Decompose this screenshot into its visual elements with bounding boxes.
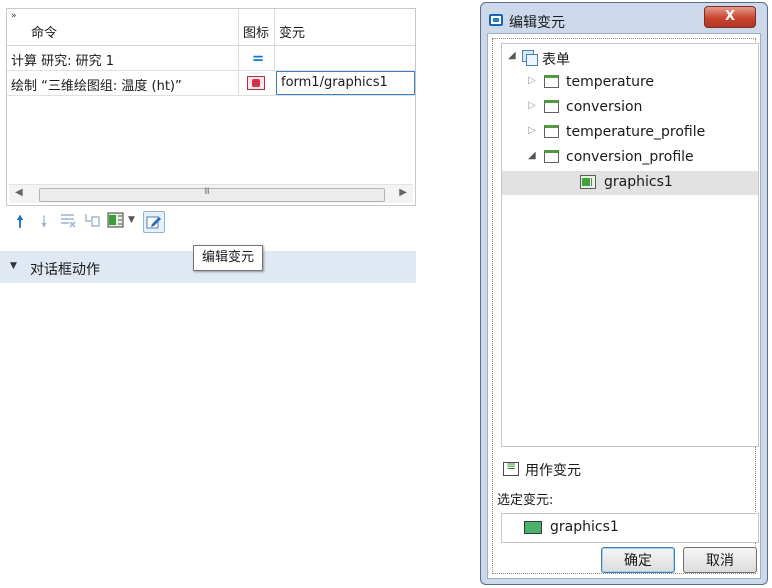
selected-widget-field[interactable]: graphics1 bbox=[501, 513, 759, 543]
scroll-left-icon[interactable]: ◀ bbox=[15, 187, 23, 198]
expanded-arrow-icon[interactable]: ◢ bbox=[508, 50, 516, 61]
tree-label: conversion_profile bbox=[566, 149, 694, 165]
ok-button[interactable]: 确定 bbox=[601, 547, 675, 573]
row-widget: form1/graphics1 bbox=[281, 75, 388, 90]
plot-icon bbox=[247, 76, 265, 90]
tree-label: temperature_profile bbox=[566, 124, 706, 140]
column-divider bbox=[238, 71, 239, 95]
form-icon bbox=[544, 150, 559, 163]
tree-item[interactable]: ▷ conversion bbox=[502, 96, 758, 120]
scroll-right-icon[interactable]: ▶ bbox=[399, 187, 407, 198]
tree-label: temperature bbox=[566, 74, 654, 90]
tree-label: graphics1 bbox=[604, 174, 673, 190]
dialog-title: 编辑变元 bbox=[509, 15, 565, 31]
expanded-arrow-icon[interactable]: ◢ bbox=[528, 150, 536, 161]
table-row[interactable]: 绘制 “三维绘图组: 温度 (ht)” form1/graphics1 bbox=[7, 71, 415, 96]
header-icon[interactable]: 图标 bbox=[243, 22, 269, 41]
section-label: 对话框动作 bbox=[30, 262, 100, 278]
tree-item-selected[interactable]: graphics1 bbox=[502, 171, 758, 195]
row-command: 计算 研究: 研究 1 bbox=[11, 54, 115, 69]
dialog-body: ◢ 表单 ▷ temperature ▷ conversion ▷ temper… bbox=[487, 33, 761, 579]
tree-item[interactable]: ▷ temperature bbox=[502, 71, 758, 95]
command-toolbar: 🠕 🠗 ▼ bbox=[6, 210, 414, 236]
graphics-icon bbox=[580, 175, 596, 189]
collapsed-arrow-icon[interactable]: ▷ bbox=[528, 125, 536, 136]
window-icon bbox=[489, 14, 503, 26]
horizontal-scrollbar[interactable]: ◀ ▶ bbox=[9, 184, 413, 203]
column-divider bbox=[238, 46, 239, 70]
tree-item[interactable]: ▷ temperature_profile bbox=[502, 121, 758, 145]
graphics-icon bbox=[524, 521, 542, 534]
use-as-widget-label: 用作变元 bbox=[525, 463, 581, 479]
cancel-button[interactable]: 取消 bbox=[683, 547, 757, 573]
header-command[interactable]: 命令 bbox=[31, 22, 57, 41]
command-table: » 命令 图标 变元 计算 研究: 研究 1 = 绘制 “三维绘图组: 温度 (… bbox=[6, 8, 416, 206]
row-command: 绘制 “三维绘图组: 温度 (ht)” bbox=[11, 79, 182, 94]
tooltip: 编辑变元 bbox=[193, 245, 264, 271]
selected-widget-label: 选定变元: bbox=[497, 493, 554, 508]
focus-frame: ◢ 表单 ▷ temperature ▷ conversion ▷ temper… bbox=[492, 38, 759, 574]
column-divider[interactable] bbox=[238, 9, 239, 45]
widget-tree[interactable]: ◢ 表单 ▷ temperature ▷ conversion ▷ temper… bbox=[501, 43, 759, 447]
use-as-widget-icon bbox=[503, 459, 519, 476]
command-panel: » 命令 图标 变元 计算 研究: 研究 1 = 绘制 “三维绘图组: 温度 (… bbox=[0, 0, 416, 290]
equals-icon: = bbox=[251, 49, 265, 67]
edit-icon[interactable] bbox=[143, 211, 165, 233]
tree-label: conversion bbox=[566, 99, 643, 115]
tree-label: 表单 bbox=[542, 52, 570, 68]
scroll-thumb[interactable] bbox=[39, 187, 385, 202]
column-divider bbox=[274, 46, 275, 70]
column-divider[interactable] bbox=[274, 9, 275, 45]
move-down-icon[interactable]: 🠗 bbox=[34, 212, 54, 232]
close-button[interactable]: X bbox=[704, 6, 756, 28]
table-header: » 命令 图标 变元 bbox=[7, 9, 415, 46]
widget-edit-field[interactable]: form1/graphics1 bbox=[276, 71, 415, 95]
collapsed-arrow-icon[interactable]: ▷ bbox=[528, 75, 536, 86]
insert-icon[interactable] bbox=[106, 212, 126, 232]
collapsed-arrow-icon[interactable]: ▷ bbox=[528, 100, 536, 111]
edit-widget-dialog: 编辑变元 X ◢ 表单 ▷ temperature ▷ conversion ▷… bbox=[480, 2, 768, 585]
delete-icon[interactable] bbox=[58, 212, 78, 232]
expand-triangle-icon[interactable]: ▼ bbox=[10, 261, 17, 271]
sub-icon[interactable] bbox=[82, 212, 102, 232]
move-up-icon[interactable]: 🠕 bbox=[10, 212, 30, 232]
form-icon bbox=[544, 100, 559, 113]
form-icon bbox=[544, 75, 559, 88]
form-icon bbox=[544, 125, 559, 138]
header-widget[interactable]: 变元 bbox=[279, 22, 305, 41]
tree-item-root[interactable]: ◢ 表单 bbox=[502, 46, 758, 70]
tree-item[interactable]: ◢ conversion_profile bbox=[502, 146, 758, 170]
table-row[interactable]: 计算 研究: 研究 1 = bbox=[7, 46, 415, 71]
chevron-down-icon[interactable]: ▼ bbox=[128, 215, 135, 225]
collapse-columns-icon[interactable]: » bbox=[11, 11, 17, 21]
form-collection-icon bbox=[522, 50, 538, 66]
selected-widget-value: graphics1 bbox=[550, 519, 619, 535]
